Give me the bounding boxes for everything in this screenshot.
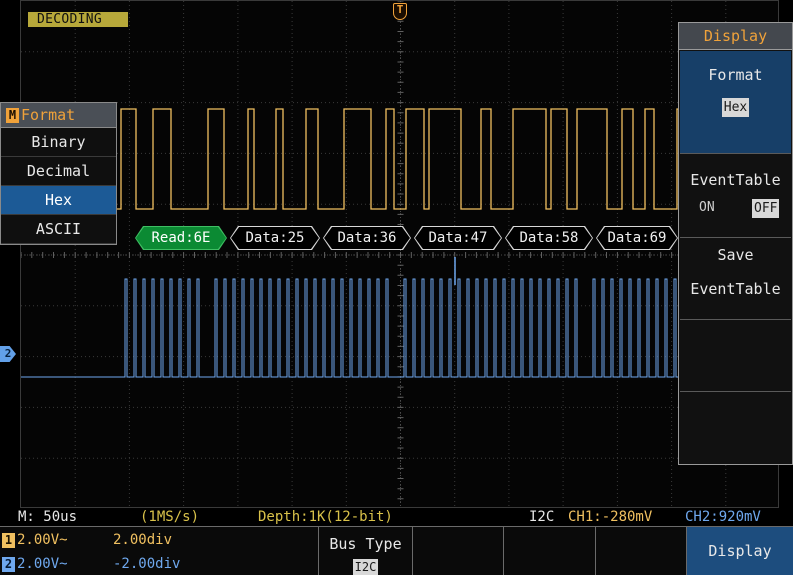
format-popup-title: Format	[21, 106, 76, 124]
display-menu-title: Display	[679, 23, 792, 50]
bus-type-label: Bus Type	[329, 535, 402, 553]
decode-packet-label: Data:36	[337, 230, 397, 246]
m-knob-icon: M	[6, 108, 19, 123]
ch2-info[interactable]: 2 2.00V~ -2.00div	[0, 553, 310, 575]
decode-packet: Data:69	[596, 226, 678, 250]
format-option-decimal[interactable]: Decimal	[1, 157, 116, 186]
ch2-offset: -2.00div	[113, 556, 181, 572]
decode-packet: Data:25	[230, 226, 320, 250]
bus-type-value: I2C	[352, 559, 379, 575]
decoding-mode-badge: DECODING	[28, 12, 128, 27]
softkey-3[interactable]	[503, 527, 595, 575]
bottom-menu-bar: 1 2.00V~ 2.00div 2 2.00V~ -2.00div Bus T…	[0, 526, 793, 575]
scope-screen	[20, 0, 780, 509]
trigger-source-readout: I2C	[529, 509, 555, 525]
trigger-position-marker[interactable]: T	[393, 3, 407, 20]
decode-packet-label: Read:6E	[151, 230, 211, 246]
decode-packet: Data:47	[414, 226, 502, 250]
format-option-hex[interactable]: Hex	[1, 186, 116, 215]
event-table-on-option: ON	[699, 200, 715, 215]
display-button[interactable]: Display	[686, 527, 793, 575]
memory-depth-readout: Depth:1K(12-bit)	[258, 509, 393, 525]
softkey-2[interactable]	[412, 527, 503, 575]
decode-packet-label: Data:47	[428, 230, 488, 246]
decode-packet-label: Data:69	[607, 230, 667, 246]
event-table-toggle[interactable]: EventTable ON OFF	[680, 154, 791, 238]
timebase-readout: M: 50us	[18, 509, 78, 525]
save-event-table-label: EventTable	[690, 280, 781, 298]
status-line: M: 50us (1MS/s) Depth:1K(12-bit) I2C CH1…	[0, 508, 793, 526]
ch2-level-marker[interactable]: 2	[0, 346, 16, 362]
display-side-menu: Display Format Hex EventTable ON OFF Sav…	[678, 22, 793, 465]
sample-rate-readout: (1MS/s)	[140, 509, 200, 525]
softkey-4[interactable]	[595, 527, 686, 575]
empty-menu-slot-5	[680, 392, 791, 464]
decode-packet: Data:58	[505, 226, 593, 250]
event-table-off-option: OFF	[752, 199, 780, 218]
bus-type-button[interactable]: Bus Type I2C	[318, 527, 412, 575]
format-option-binary[interactable]: Binary	[1, 128, 116, 157]
format-menu-label: Format	[708, 66, 763, 84]
format-menu-button[interactable]: Format Hex	[680, 51, 791, 154]
graticule	[21, 1, 780, 509]
empty-menu-slot-4	[680, 320, 791, 392]
decode-packet: Read:6E	[135, 226, 227, 250]
ch1-info[interactable]: 1 2.00V~ 2.00div	[0, 529, 310, 551]
event-table-label: EventTable	[690, 171, 781, 189]
ch2-volts-div: 2.00V~	[17, 556, 68, 572]
decode-packet-label: Data:25	[245, 230, 305, 246]
format-popup-menu: M Format Binary Decimal Hex ASCII	[0, 102, 117, 245]
ch2-trigger-level: CH2:920mV	[685, 509, 761, 525]
decode-packet-label: Data:58	[519, 230, 579, 246]
ch2-number-badge: 2	[2, 557, 15, 572]
format-popup-header: M Format	[1, 103, 116, 128]
ch1-offset: 2.00div	[113, 532, 173, 548]
ch1-volts-div: 2.00V~	[17, 532, 68, 548]
ch1-number-badge: 1	[2, 533, 15, 548]
save-event-table-button[interactable]: Save EventTable	[680, 238, 791, 320]
format-option-ascii[interactable]: ASCII	[1, 215, 116, 244]
ch1-trigger-level: CH1:-280mV	[568, 509, 653, 525]
decode-packet: Data:36	[323, 226, 411, 250]
format-menu-value: Hex	[721, 98, 750, 117]
save-label: Save	[717, 246, 754, 264]
